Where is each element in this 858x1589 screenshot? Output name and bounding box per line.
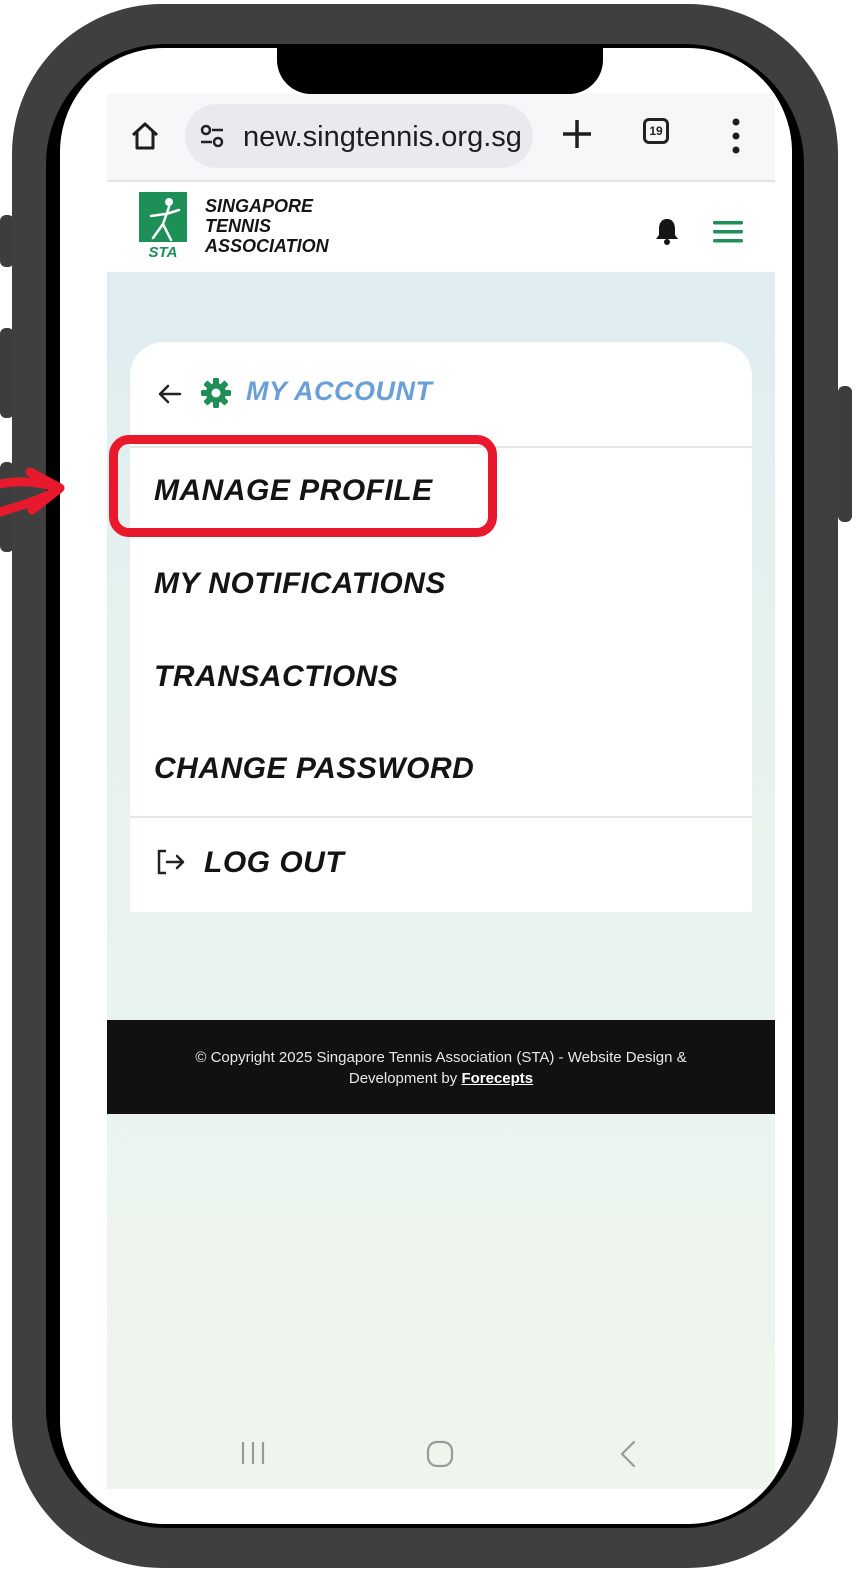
- recents-icon[interactable]: [239, 1438, 267, 1468]
- bell-icon[interactable]: [653, 216, 681, 246]
- more-vert-icon[interactable]: [731, 116, 741, 156]
- nav-home-icon[interactable]: [425, 1438, 455, 1470]
- site-footer: © Copyright 2025 Singapore Tennis Associ…: [107, 1020, 775, 1114]
- nav-back-icon[interactable]: [617, 1438, 639, 1470]
- menu-divider: [130, 816, 752, 818]
- address-bar[interactable]: new.singtennis.org.sg: [185, 104, 533, 168]
- footer-copyright: © Copyright 2025 Singapore Tennis Associ…: [195, 1049, 687, 1066]
- footer-credit: Development by Forecepts: [107, 1068, 775, 1089]
- footer-forecepts-link[interactable]: Forecepts: [461, 1070, 533, 1087]
- pointer-arrow-icon: [0, 467, 65, 517]
- menu-item-my-notifications[interactable]: MY NOTIFICATIONS: [154, 567, 446, 601]
- highlight-box: [109, 435, 497, 537]
- footer-credit-text: Development by: [348, 1070, 458, 1087]
- site-settings-icon[interactable]: [199, 123, 225, 149]
- logo-line-1: SINGAPORE: [205, 196, 314, 216]
- site-header: STA SINGAPORE TENNIS ASSOCIATION: [107, 182, 775, 272]
- page-content: new.singtennis.org.sg 19 STA SINGAPORE T…: [107, 94, 775, 1489]
- logo-abbrev: STA: [149, 244, 178, 260]
- logout-icon[interactable]: [156, 848, 186, 876]
- menu-item-transactions[interactable]: TRANSACTIONS: [154, 660, 398, 694]
- account-menu-title: MY ACCOUNT: [246, 376, 433, 406]
- menu-item-change-password[interactable]: CHANGE PASSWORD: [154, 752, 474, 786]
- notch: [277, 48, 603, 94]
- plus-icon[interactable]: [559, 114, 595, 154]
- home-icon[interactable]: [129, 120, 161, 152]
- hamburger-icon[interactable]: [713, 220, 743, 244]
- account-menu-card: MY ACCOUNT MANAGE PROFILE MY NOTIFICATIO…: [130, 342, 752, 912]
- browser-toolbar: new.singtennis.org.sg 19: [107, 94, 775, 182]
- logo-line-3: ASSOCIATION: [205, 236, 329, 256]
- account-menu-header: MY ACCOUNT: [130, 342, 752, 448]
- url-text: new.singtennis.org.sg: [243, 121, 522, 153]
- logout-link[interactable]: LOG OUT: [204, 846, 344, 880]
- logo-line-2: TENNIS: [205, 216, 272, 236]
- phone-screen: new.singtennis.org.sg 19 STA SINGAPORE T…: [60, 48, 792, 1524]
- back-arrow-icon[interactable]: [156, 380, 184, 408]
- power-button: [838, 386, 852, 522]
- tabs-icon[interactable]: 19: [643, 118, 669, 144]
- sta-logo[interactable]: STA: [139, 192, 187, 260]
- logo-text: SINGAPORE TENNIS ASSOCIATION: [205, 196, 329, 256]
- gear-icon: [201, 378, 231, 408]
